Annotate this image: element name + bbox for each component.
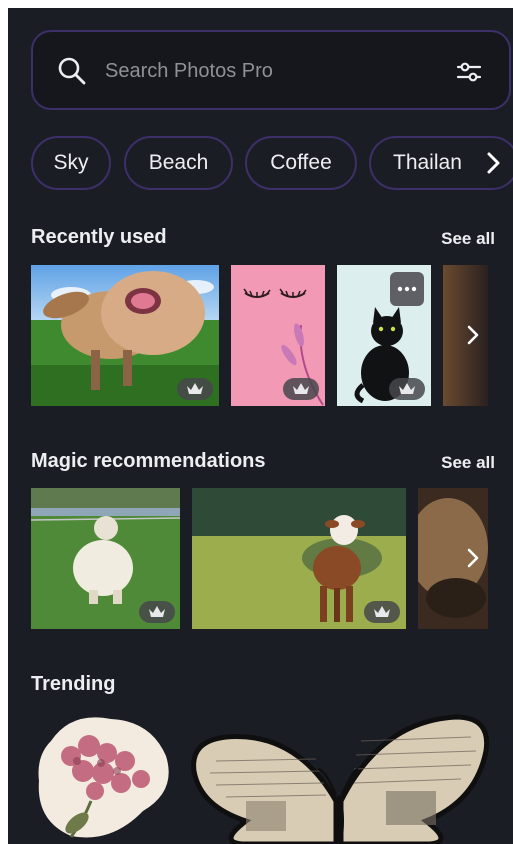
photo-cow-closeup[interactable] [31, 265, 219, 406]
chip-coffee[interactable]: Coffee [245, 136, 357, 190]
premium-crown-badge [177, 378, 213, 400]
search-input[interactable] [103, 52, 437, 90]
photo-partial[interactable] [418, 488, 488, 629]
see-all-magic-recommendations[interactable]: See all [441, 453, 495, 473]
premium-crown-badge [283, 378, 319, 400]
crown-icon [293, 383, 309, 394]
section-title-recently-used: Recently used [31, 226, 167, 248]
photo-brown-calf[interactable] [192, 488, 406, 629]
search-icon [58, 57, 86, 85]
photo-texture-partial[interactable] [443, 265, 488, 406]
crown-icon [149, 606, 165, 617]
search-bar[interactable] [31, 30, 511, 110]
chevron-right-icon[interactable] [463, 323, 483, 347]
photos-panel: Sky Beach Coffee Thailan Recently used S… [8, 8, 513, 844]
chevron-right-icon[interactable] [463, 546, 483, 570]
sticker-hydrangea[interactable] [31, 711, 177, 844]
suggestion-chips: Sky Beach Coffee Thailan [31, 136, 513, 192]
section-title-trending: Trending [31, 673, 116, 695]
section-title-magic-recommendations: Magic recommendations [31, 450, 266, 472]
newspaper-butterfly-image [191, 714, 490, 844]
photo-white-cow[interactable] [31, 488, 180, 629]
filter-sliders-icon[interactable] [456, 59, 482, 85]
see-all-recently-used[interactable]: See all [441, 229, 495, 249]
premium-crown-badge [389, 378, 425, 400]
premium-crown-badge [364, 601, 400, 623]
sticker-newspaper-butterfly[interactable] [186, 711, 491, 844]
crown-icon [374, 606, 390, 617]
chevron-right-icon[interactable] [481, 148, 507, 178]
more-options-button[interactable] [390, 272, 424, 306]
hydrangea-image [38, 717, 169, 838]
photo-pink-lashes[interactable] [231, 265, 325, 406]
chip-beach[interactable]: Beach [124, 136, 233, 190]
crown-icon [187, 383, 203, 394]
crown-icon [399, 383, 415, 394]
more-horizontal-icon [397, 286, 417, 292]
photo-black-cat[interactable] [337, 265, 431, 406]
chip-sky[interactable]: Sky [31, 136, 111, 190]
premium-crown-badge [139, 601, 175, 623]
